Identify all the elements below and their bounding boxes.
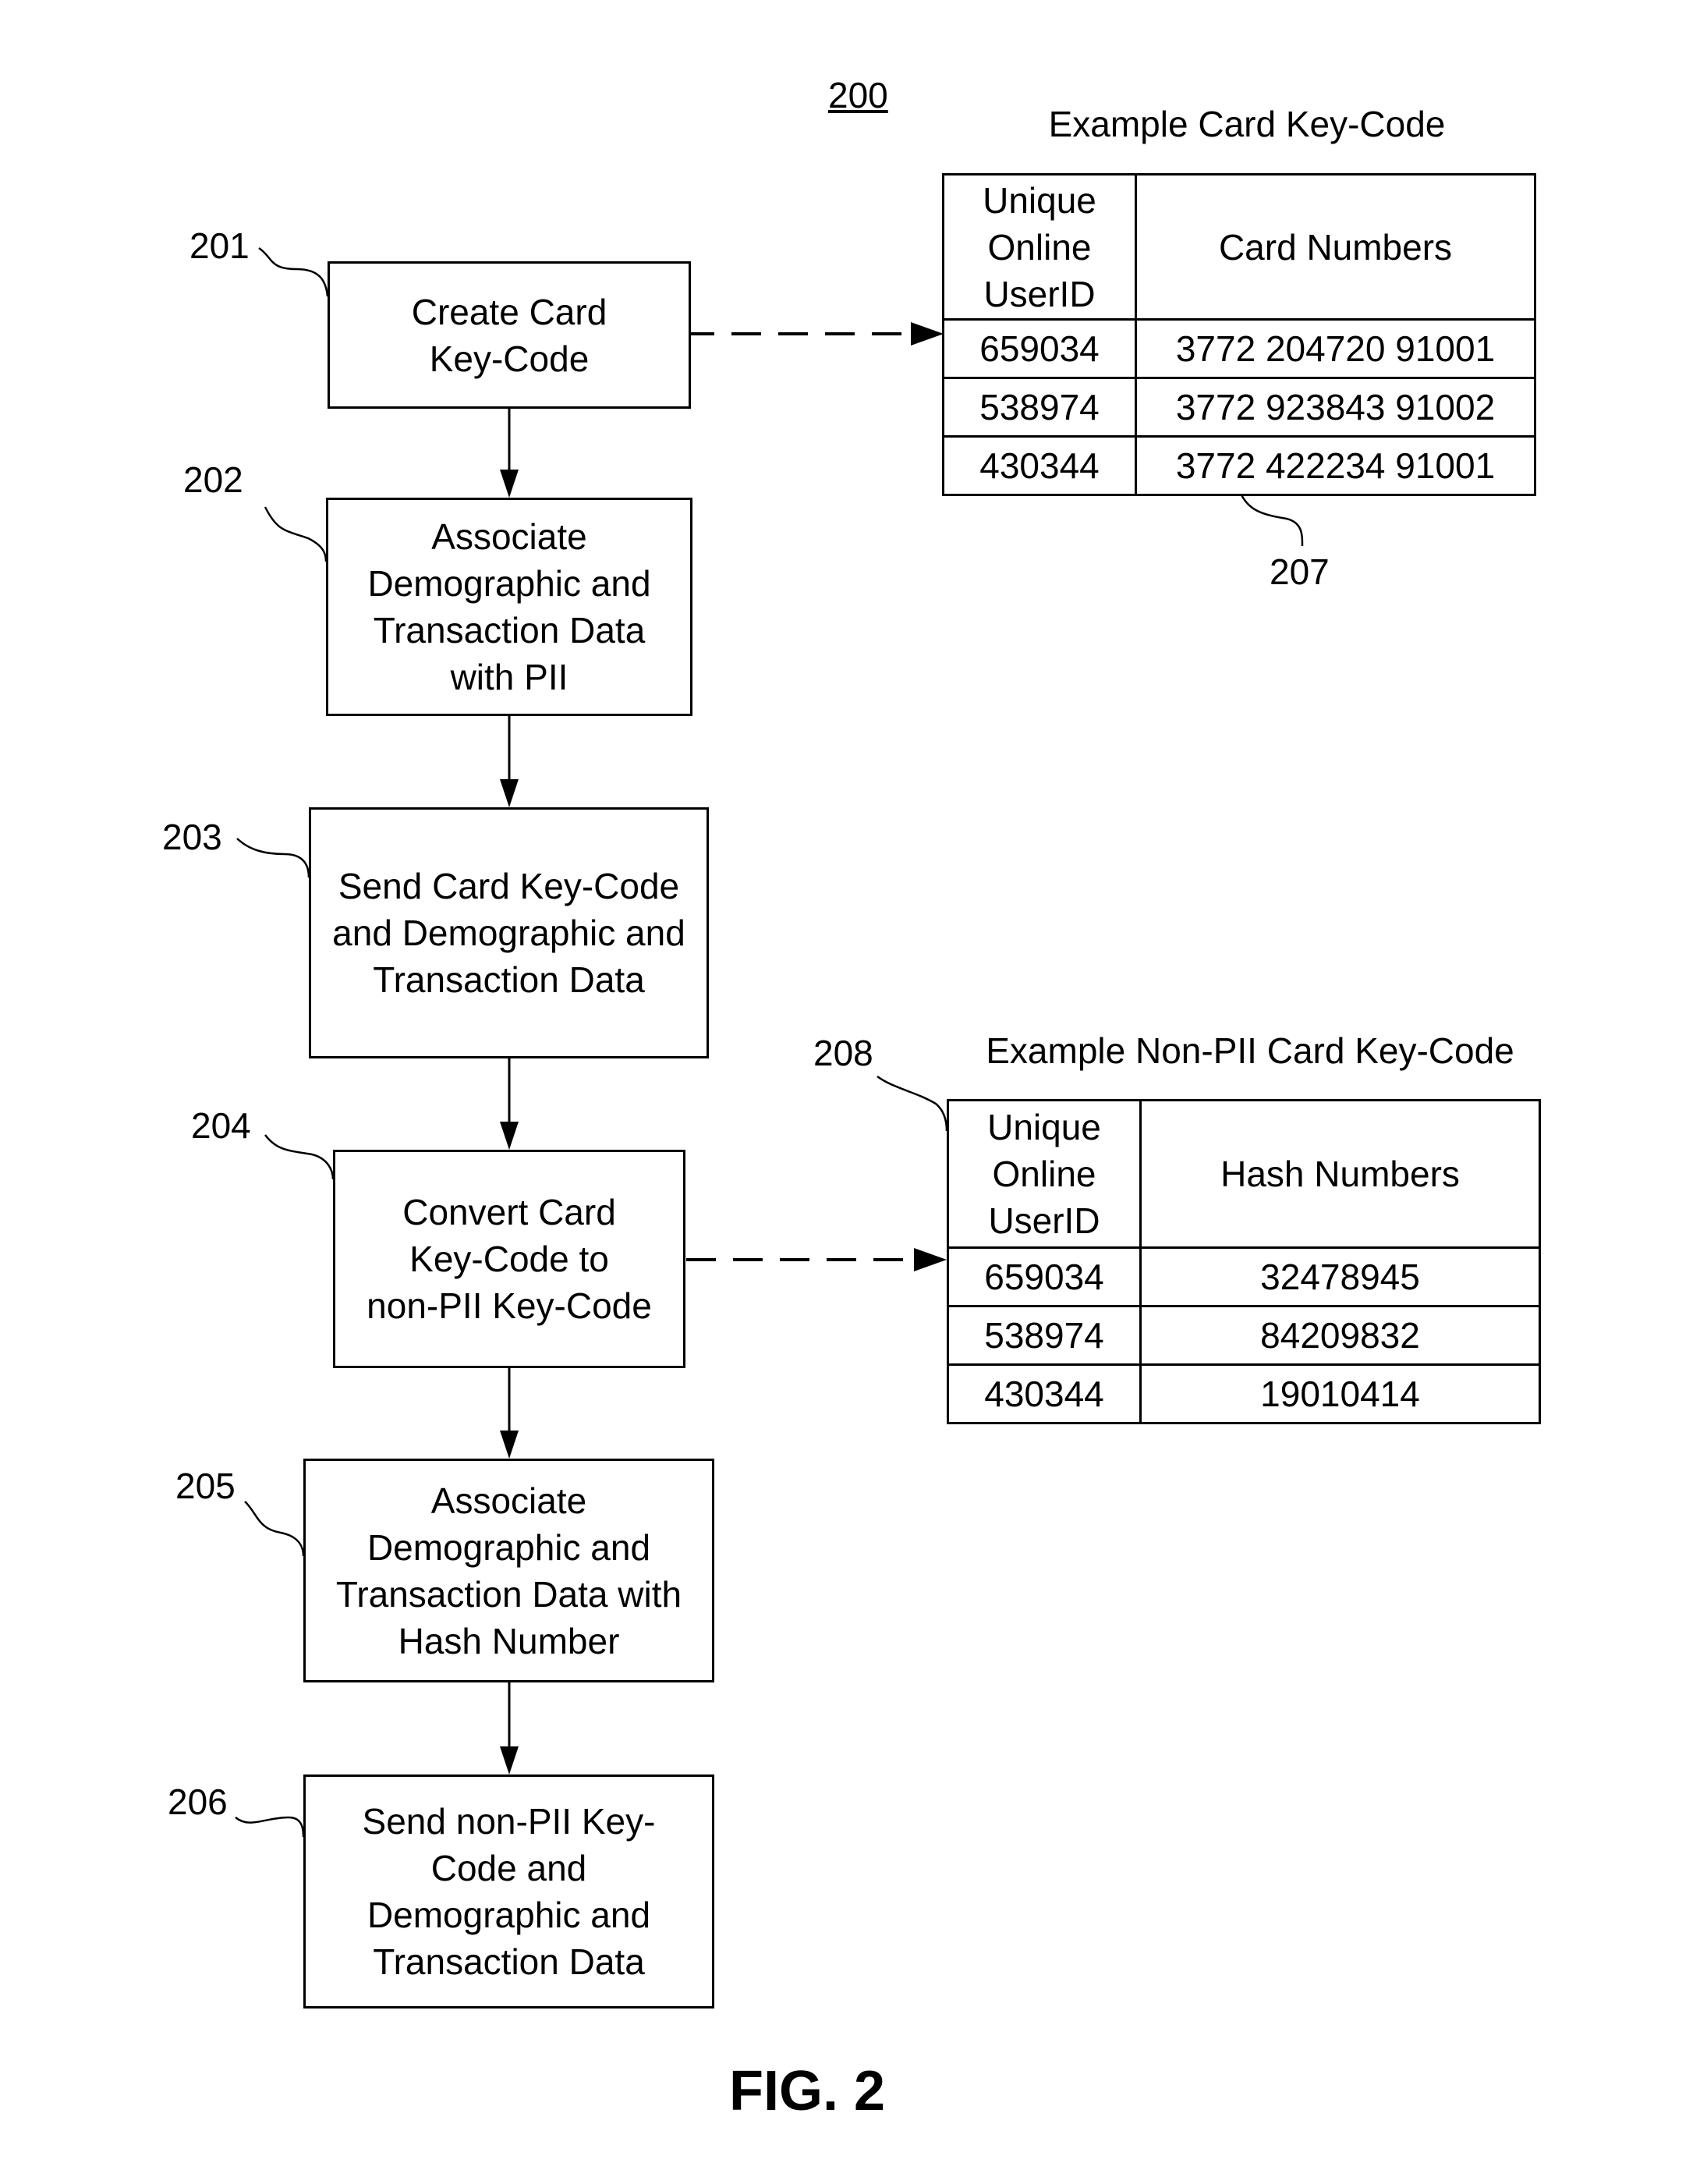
card-table-title: Example Card Key-Code (1048, 104, 1446, 144)
table-row: 538974 3772 923843 91002 (942, 377, 1536, 438)
leader-202 (264, 506, 328, 562)
header-user-id: Unique Online UserID (947, 1099, 1142, 1249)
table-row: 430344 19010414 (947, 1363, 1541, 1424)
table-header-row: Unique Online UserID Hash Numbers (947, 1099, 1541, 1249)
cell-card-number: 3772 923843 91002 (1135, 377, 1536, 438)
table-row: 538974 84209832 (947, 1305, 1541, 1366)
leader-203 (236, 838, 310, 878)
flow-arrow-205-206 (500, 1682, 519, 1774)
ref-206: 206 (168, 1782, 228, 1822)
leader-206 (235, 1816, 305, 1838)
ref-207: 207 (1270, 551, 1330, 592)
cell-user-id: 538974 (942, 377, 1137, 438)
ref-208: 208 (813, 1033, 873, 1073)
step-box-send-card-key-code: Send Card Key-Code and Demographic and T… (309, 807, 709, 1058)
figure-number: 200 (828, 75, 888, 115)
header-user-id: Unique Online UserID (942, 173, 1137, 321)
cell-hash-number: 32478945 (1139, 1246, 1541, 1307)
cell-card-number: 3772 422234 91001 (1135, 435, 1536, 496)
cell-hash-number: 84209832 (1139, 1305, 1541, 1366)
leader-207 (1238, 491, 1304, 547)
table-row: 659034 3772 204720 91001 (942, 318, 1536, 379)
non-pii-key-code-table: Unique Online UserID Hash Numbers 659034… (947, 1099, 1541, 1424)
cell-user-id: 430344 (942, 435, 1137, 496)
step-box-associate-data-with-pii: Associate Demographic and Transaction Da… (326, 498, 692, 716)
ref-205: 205 (175, 1466, 236, 1506)
ref-202: 202 (183, 459, 243, 500)
step-box-convert-to-non-pii: Convert Card Key-Code to non-PII Key-Cod… (333, 1150, 685, 1368)
ref-201: 201 (189, 225, 250, 266)
figure-caption: FIG. 2 (728, 2060, 886, 2122)
cell-card-number: 3772 204720 91001 (1135, 318, 1536, 379)
step-box-associate-data-with-hash: Associate Demographic and Transaction Da… (303, 1459, 714, 1682)
table-row: 430344 3772 422234 91001 (942, 435, 1536, 496)
step-box-send-non-pii-key-code: Send non-PII Key- Code and Demographic a… (303, 1774, 714, 2008)
cell-user-id: 538974 (947, 1305, 1142, 1366)
leader-201 (258, 246, 329, 297)
leader-204 (264, 1134, 335, 1180)
cell-user-id: 659034 (947, 1246, 1142, 1307)
flow-arrow-202-203 (500, 716, 519, 807)
flow-arrow-201-202 (500, 409, 519, 498)
step-box-create-card-key-code: Create Card Key-Code (328, 261, 691, 409)
table-row: 659034 32478945 (947, 1246, 1541, 1307)
table-header-row: Unique Online UserID Card Numbers (942, 173, 1536, 321)
ref-203: 203 (162, 817, 222, 857)
ref-204: 204 (191, 1105, 251, 1146)
dashed-arrow-201-207 (685, 322, 944, 346)
card-key-code-table: Unique Online UserID Card Numbers 659034… (942, 173, 1536, 496)
cell-user-id: 430344 (947, 1363, 1142, 1424)
cell-user-id: 659034 (942, 318, 1137, 379)
hash-table-title: Example Non-PII Card Key-Code (986, 1030, 1514, 1071)
patent-figure: 200 201 202 203 204 205 206 207 208 Crea… (0, 0, 1700, 2184)
leader-208 (877, 1075, 948, 1132)
flow-arrow-204-205 (500, 1368, 519, 1459)
leader-205 (244, 1501, 305, 1557)
header-card-numbers: Card Numbers (1135, 173, 1536, 321)
header-hash-numbers: Hash Numbers (1139, 1099, 1541, 1249)
dashed-arrow-204-208 (686, 1248, 947, 1271)
flow-arrow-203-204 (500, 1058, 519, 1150)
cell-hash-number: 19010414 (1139, 1363, 1541, 1424)
